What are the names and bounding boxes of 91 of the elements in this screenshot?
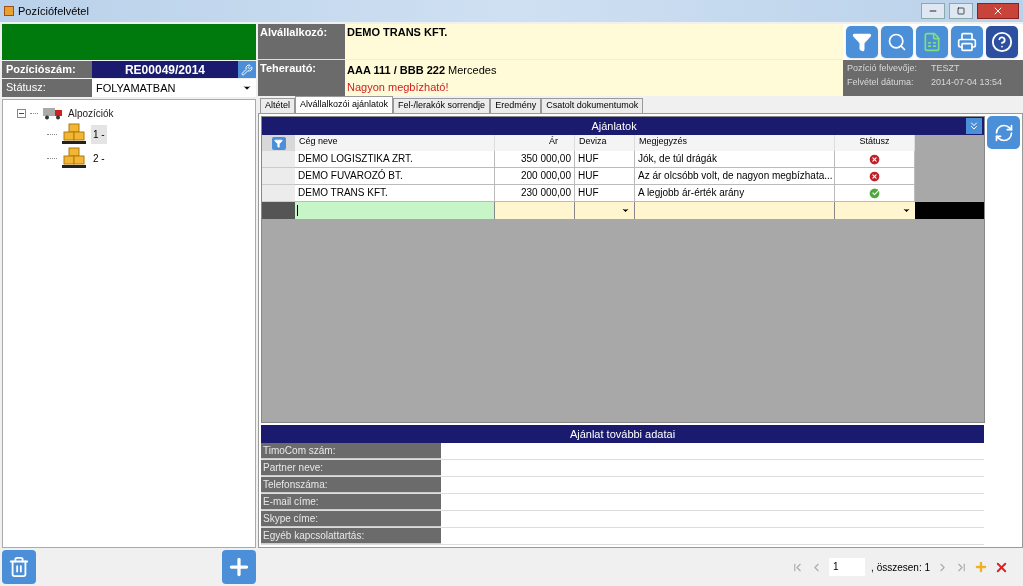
add-button[interactable] — [222, 550, 256, 584]
new-row-note-field[interactable] — [635, 202, 835, 219]
tree-item[interactable]: 2 - — [91, 148, 107, 168]
subcontractor-value: DEMO TRANS KFT. — [345, 24, 843, 60]
filter-button[interactable] — [846, 26, 878, 58]
status-dropdown[interactable]: FOLYAMATBAN — [92, 79, 256, 97]
new-row-price-field[interactable] — [495, 202, 575, 219]
filter-icon — [852, 32, 872, 52]
recorder-label: Pozíció felvevője: — [847, 62, 919, 75]
print-button[interactable] — [951, 26, 983, 58]
dropdown-arrow-icon — [242, 83, 252, 93]
maximize-button[interactable] — [949, 3, 973, 19]
minimize-button[interactable] — [921, 3, 945, 19]
tab[interactable]: Altétel — [260, 98, 295, 113]
detail-label: Partner neve: — [261, 460, 441, 476]
table-cell: DEMO FUVAROZÓ BT. — [295, 168, 495, 185]
tab[interactable]: Csatolt dokumentumok — [541, 98, 644, 113]
boxes-icon — [61, 147, 87, 169]
date-value: 2014-07-04 13:54 — [931, 75, 1004, 89]
close-button[interactable] — [977, 3, 1019, 19]
close-icon — [992, 5, 1004, 17]
truck-value: AAA 111 / BBB 222 Mercedes — [346, 63, 498, 78]
tree-root-label[interactable]: Alpozíciók — [68, 106, 114, 121]
table-cell: 230 000,00 — [495, 185, 575, 202]
truck-icon — [42, 107, 64, 120]
help-button[interactable] — [986, 26, 1018, 58]
dropdown-arrow-icon — [902, 206, 911, 215]
maximize-icon — [957, 7, 965, 15]
tree-item[interactable]: 1 - — [91, 124, 107, 144]
column-header[interactable]: Megjegyzés — [635, 135, 835, 151]
tab[interactable]: Alvállalkozói ajánlatok — [295, 96, 394, 113]
dropdown-arrow-icon — [621, 206, 630, 215]
status-label: Státusz: — [2, 79, 92, 97]
table-cell: HUF — [575, 151, 635, 168]
tab[interactable]: Fel-/lerakók sorrendje — [393, 98, 491, 113]
table-cell: A legjobb ár-érték arány — [635, 185, 835, 202]
detail-label: TimoCom szám: — [261, 443, 441, 459]
detail-label: E-mail címe: — [261, 494, 441, 510]
search-icon — [887, 32, 907, 52]
detail-label: Egyéb kapcsolattartás: — [261, 528, 441, 544]
new-row-currency-dropdown[interactable] — [575, 202, 635, 219]
spreadsheet-icon — [922, 32, 942, 52]
refresh-icon — [993, 122, 1014, 143]
table-cell: HUF — [575, 185, 635, 202]
column-header[interactable]: Státusz — [835, 135, 915, 151]
table-cell: DEMO TRANS KFT. — [295, 185, 495, 202]
position-number-label: Pozíciószám: — [2, 61, 92, 78]
page-total: , összesen: 1 — [871, 560, 930, 575]
tab[interactable]: Eredmény — [490, 98, 542, 113]
collapse-toggle[interactable] — [17, 109, 26, 118]
row-header-cell[interactable] — [262, 185, 295, 202]
wrench-button[interactable] — [238, 61, 256, 78]
printer-icon — [957, 32, 977, 52]
page-field[interactable]: 1 — [829, 558, 866, 576]
subcontractor-label: Alvállalkozó: — [258, 24, 345, 60]
app-icon — [4, 6, 14, 16]
collapse-down-button[interactable] — [966, 118, 983, 134]
table-cell: DEMO LOGISZTIKA ZRT. — [295, 151, 495, 168]
filter-icon — [274, 138, 283, 148]
detail-label: Telefonszáma: — [261, 477, 441, 493]
spreadsheet-export-button[interactable] — [916, 26, 948, 58]
truck-note: Nagyon megbízható! — [346, 79, 450, 95]
wrench-icon — [241, 63, 253, 76]
offers-title: Ajánlatok — [590, 118, 638, 134]
column-header[interactable]: Ár — [495, 135, 575, 151]
add-record-icon[interactable] — [974, 560, 988, 574]
new-row-status-dropdown[interactable] — [835, 202, 915, 219]
recorder-value: TESZT — [931, 62, 961, 75]
row-header-cell[interactable] — [262, 151, 295, 168]
date-label: Felvétel dátuma: — [847, 75, 915, 89]
new-row-company-field[interactable] — [295, 202, 495, 219]
column-filter-icon[interactable] — [271, 136, 286, 150]
delete-button[interactable] — [2, 550, 36, 584]
truck-label: Teherautó: — [258, 60, 345, 96]
help-icon — [991, 31, 1013, 53]
boxes-icon — [61, 123, 87, 145]
position-number-value: RE00049/2014 — [92, 61, 238, 78]
table-cell: HUF — [575, 168, 635, 185]
search-button[interactable] — [881, 26, 913, 58]
table-cell: 200 000,00 — [495, 168, 575, 185]
table-cell: 350 000,00 — [495, 151, 575, 168]
new-row-header-cell[interactable] — [262, 202, 295, 219]
detail-label: Skype címe: — [261, 511, 441, 527]
column-header[interactable]: Deviza — [575, 135, 635, 151]
details-title-bar: Ajánlat további adatai — [261, 425, 984, 443]
column-header[interactable]: Cég neve — [295, 135, 495, 151]
window-title: Pozíciófelvétel — [18, 3, 89, 19]
table-cell: Az ár olcsóbb volt, de nagyon megbízhata... — [635, 168, 835, 185]
row-header-cell[interactable] — [262, 168, 295, 185]
trash-icon — [8, 556, 30, 578]
table-cell: Jók, de túl drágák — [635, 151, 835, 168]
